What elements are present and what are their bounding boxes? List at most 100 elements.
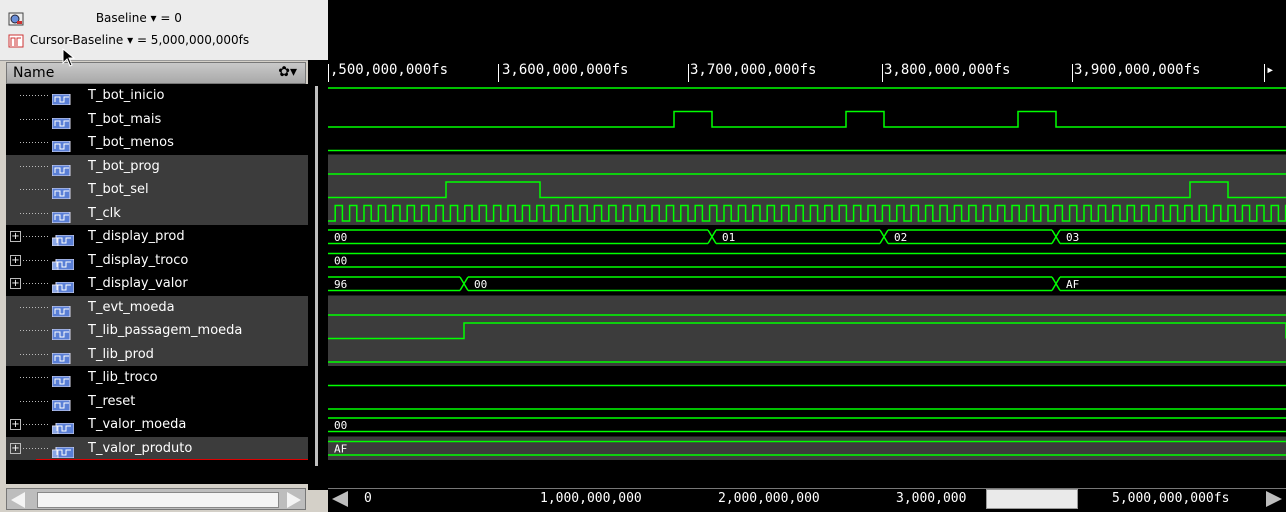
signal-name: T_evt_moeda [88,299,175,315]
signal-row[interactable]: + T_display_troco [6,249,308,273]
overview-bar[interactable]: 0 1,000,000,000 2,000,000,000 3,000,000 … [328,488,1286,512]
wave-display-valor-transition [459,276,469,291]
signal-row[interactable]: T_reset [6,390,308,414]
bus-value: 00 [474,278,487,291]
signal-name: T_lib_prod [88,346,154,362]
signal-name: T_lib_passagem_moeda [88,323,243,338]
signal-name: T_display_prod [88,229,185,244]
signal-row[interactable]: T_lib_prod [6,342,308,366]
timeline-end-icon[interactable]: ▸ [1266,62,1274,78]
bus-value: 03 [1066,231,1079,244]
signal-row[interactable]: + T_display_prod [6,225,308,249]
bus-value: AF [1066,278,1079,291]
signal-icon [51,325,74,341]
signal-row[interactable]: T_bot_prog [6,154,308,178]
baseline-toolbar: Baseline ▾ = 0 Cursor-Baseline ▾ = 5,000… [0,0,328,61]
gear-icon[interactable]: ✿▾ [278,64,297,80]
scroll-right-icon[interactable] [287,492,301,508]
time-label: 3,700,000,000fs [690,62,817,78]
time-tick [328,64,329,82]
signal-name: T_clk [88,205,121,221]
wave-bot-mais [328,110,1286,128]
time-label: 3,600,000,000fs [502,62,629,78]
signal-names-panel: Baseline ▾ = 0 Cursor-Baseline ▾ = 5,000… [0,0,328,512]
signal-row[interactable]: T_clk [6,201,308,225]
bus-icon [51,278,75,294]
signal-row[interactable]: T_lib_troco [6,366,308,390]
bus-value: 00 [334,254,347,267]
row-background [328,436,1286,460]
bus-value: 00 [334,231,347,244]
signal-icon [51,372,74,388]
bus-icon [51,443,75,458]
signal-name: T_valor_moeda [88,417,187,432]
wave-display-prod-transition [1051,229,1061,244]
signal-icon [51,302,74,317]
signal-icon [51,90,74,106]
signal-name: T_bot_prog [88,158,160,174]
waveform-canvas[interactable]: 00 01 02 03 00 96 00 AF 00 AF [328,84,1286,488]
scroll-left-icon[interactable] [11,492,25,508]
signal-row[interactable]: + T_display_valor [6,272,308,296]
overview-label: 0 [364,491,372,506]
signal-row[interactable]: T_bot_menos [6,131,308,155]
bus-icon [51,231,75,247]
signal-row[interactable]: T_bot_mais [6,108,308,132]
overview-right-icon[interactable] [1266,491,1282,507]
signal-icon [51,161,74,176]
cursor-baseline-row[interactable]: Cursor-Baseline ▾ = 5,000,000,000fs [8,30,249,50]
cursor-baseline-label[interactable]: Cursor-Baseline ▾ = 5,000,000,000fs [30,33,249,47]
signal-name: T_display_valor [88,276,188,291]
signal-row[interactable]: T_bot_inicio [6,84,308,108]
wave-display-prod-transition [707,229,717,244]
signal-icon [51,349,74,364]
bus-icon [51,255,75,270]
time-tick [1264,64,1265,82]
signal-name: T_display_troco [88,252,189,268]
bus-icon [51,419,75,435]
baseline-label[interactable]: Baseline ▾ = 0 [96,11,182,25]
scroll-thumb[interactable] [37,492,279,508]
bus-value: AF [334,442,347,455]
signal-row[interactable]: + T_valor_moeda [6,413,308,437]
signal-name: T_bot_inicio [88,88,165,103]
time-label: ,500,000,000fs [330,62,449,78]
overview-scrollbar[interactable]: 0 1,000,000,000 2,000,000,000 3,000,000 … [328,488,1286,511]
bus-value: 01 [722,231,735,244]
signal-name: T_lib_troco [88,370,158,385]
zoom-baseline-icon[interactable] [8,12,24,26]
signal-icon [51,137,74,153]
selection-marker [36,459,308,460]
time-label: 3,800,000,000fs [884,62,1011,78]
signal-icon [51,184,74,200]
names-horizontal-scrollbar[interactable] [6,488,306,510]
bus-value: 00 [334,419,347,432]
signal-row[interactable]: T_lib_passagem_moeda [6,319,308,343]
bus-value: 96 [334,278,347,291]
signal-icon [51,114,74,129]
signal-list: T_bot_inicio T_bot_mais T_bot_menos T_bot_p… [6,84,308,484]
baseline-row[interactable]: Baseline ▾ = 0 [8,8,182,28]
wave-display-prod-transition [879,229,889,244]
time-tick [882,64,883,82]
bus-value: 02 [894,231,907,244]
time-label: 3,900,000,000fs [1074,62,1201,78]
signal-name: T_bot_menos [88,135,174,150]
signal-row[interactable]: T_bot_sel [6,178,308,202]
panel-splitter[interactable] [308,60,328,490]
overview-label: 1,000,000,000 [540,491,642,506]
signal-name: T_bot_mais [88,111,162,127]
name-header-label: Name [13,65,55,81]
signal-name: T_valor_produto [88,440,193,456]
name-column-header[interactable]: Name ✿▾ [6,62,306,84]
time-tick [498,64,499,82]
overview-thumb[interactable] [986,489,1078,509]
signal-row[interactable]: T_evt_moeda [6,295,308,319]
time-ruler: ,500,000,000fs 3,600,000,000fs 3,700,000… [328,60,1286,86]
signal-row[interactable]: + T_valor_produto [6,436,308,460]
cursor-baseline-icon[interactable] [8,34,24,48]
time-tick [688,64,689,82]
overview-left-icon[interactable] [332,491,348,507]
time-tick [1072,64,1073,82]
waveform-panel[interactable]: ,500,000,000fs 3,600,000,000fs 3,700,000… [328,0,1286,512]
